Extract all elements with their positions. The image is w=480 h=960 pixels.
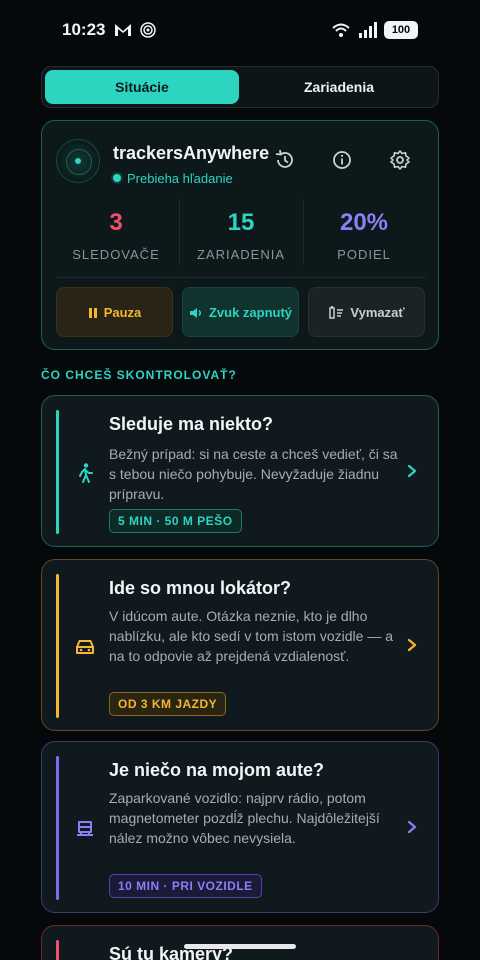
- history-icon[interactable]: [272, 147, 298, 173]
- stat-trackers-value: 3: [109, 209, 123, 236]
- scenario-title: Je niečo na mojom aute?: [109, 760, 325, 780]
- duration-badge: 10 MIN · PRI VOZIDLE: [109, 874, 262, 898]
- status-dot-icon: [113, 174, 121, 182]
- chevron-right-icon: [407, 464, 417, 478]
- scenario-description: V idúcom aute. Otázka neznie, kto je dlh…: [109, 608, 394, 664]
- accent-bar: [56, 940, 59, 960]
- chevron-right-icon: [407, 820, 417, 834]
- chevron-right-icon: [407, 638, 417, 652]
- stat-share: 20% PODIEL: [304, 209, 424, 262]
- pause-icon: [88, 308, 97, 318]
- scenario-description: Zaparkované vozidlo: najprv rádio, potom…: [109, 790, 380, 846]
- walking-person-icon: [79, 463, 93, 483]
- accent-bar: [56, 410, 59, 534]
- scanner-card: trackersAnywhere Prebieha hľadanie 3 SLE…: [41, 120, 439, 350]
- tab-switcher: Situácie Zariadenia: [41, 66, 439, 108]
- tab-zariadenia[interactable]: Zariadenia: [242, 70, 436, 104]
- scenario-card-followed[interactable]: Sleduje ma niekto? Bežný prípad: si na c…: [41, 395, 439, 547]
- scenario-title: Sleduje ma niekto?: [109, 414, 274, 434]
- status-bar: 10:23 100: [0, 0, 480, 60]
- scenario-card-cameras[interactable]: Sú tu kamery?: [41, 925, 439, 960]
- app-name: trackersAnywhere: [113, 143, 270, 163]
- scenario-title: Ide so mnou lokátor?: [109, 578, 292, 598]
- duration-badge: OD 3 KM JAZDY: [109, 692, 227, 716]
- accent-bar: [56, 574, 59, 718]
- scan-status: Prebieha hľadanie: [113, 171, 233, 186]
- sound-toggle-button[interactable]: Zvuk zapnutý: [182, 287, 299, 337]
- battery-indicator: 100: [384, 21, 418, 39]
- radar-icon: [56, 139, 100, 183]
- pause-button[interactable]: Pauza: [56, 287, 173, 337]
- divider: [56, 277, 426, 278]
- signal-icon: [359, 22, 377, 38]
- home-indicator[interactable]: [184, 944, 296, 949]
- stat-devices-label: ZARIADENIA: [196, 247, 285, 262]
- stat-trackers-label: SLEDOVAČE: [72, 247, 160, 262]
- stat-share-value: 20%: [339, 209, 389, 236]
- scan-status-text: Prebieha hľadanie: [127, 171, 233, 186]
- parked-car-icon: [77, 821, 93, 836]
- gear-icon[interactable]: [387, 147, 413, 173]
- clear-button[interactable]: Vymazať: [308, 287, 425, 337]
- car-icon: [76, 640, 94, 654]
- scenario-description: Bežný prípad: si na ceste a chceš vedieť…: [109, 446, 398, 502]
- stat-devices: 15 ZARIADENIA: [181, 209, 301, 262]
- scenario-card-locator[interactable]: Ide so mnou lokátor? V idúcom aute. Otáz…: [41, 559, 439, 731]
- duration-badge: 5 MIN · 50 M PEŠO: [109, 509, 242, 533]
- stat-share-label: PODIEL: [337, 247, 391, 262]
- pause-button-label: Pauza: [103, 305, 142, 320]
- divider: [179, 199, 180, 265]
- tab-situacie[interactable]: Situácie: [45, 70, 239, 104]
- gmail-icon: [115, 24, 131, 36]
- section-heading: ČO CHCEŠ SKONTROLOVAŤ?: [41, 368, 237, 382]
- stat-devices-value: 15: [227, 209, 255, 236]
- clear-button-label: Vymazať: [350, 305, 405, 320]
- clear-all-icon: [329, 306, 344, 319]
- clock: 10:23: [62, 20, 106, 39]
- radar-app-icon: [140, 22, 156, 38]
- info-icon[interactable]: [329, 147, 355, 173]
- stat-trackers: 3 SLEDOVAČE: [56, 209, 176, 262]
- speaker-icon: [189, 308, 201, 318]
- accent-bar: [56, 756, 59, 900]
- wifi-icon: [332, 23, 350, 37]
- scenario-card-car-check[interactable]: Je niečo na mojom aute? Zaparkované vozi…: [41, 741, 439, 913]
- sound-button-label: Zvuk zapnutý: [208, 305, 293, 320]
